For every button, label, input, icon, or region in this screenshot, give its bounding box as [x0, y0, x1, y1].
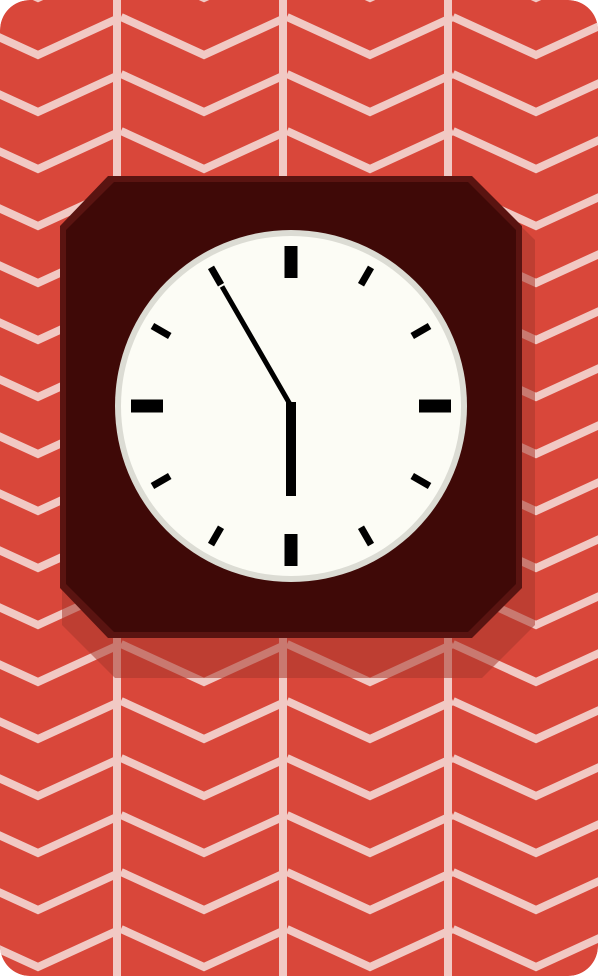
hour-hand — [286, 402, 296, 496]
hour-tick-major — [419, 399, 451, 413]
hour-tick-major — [284, 246, 298, 278]
hour-tick-major — [131, 399, 163, 413]
clock-scene — [0, 0, 598, 976]
hour-tick-major — [284, 534, 298, 566]
clock-card — [0, 0, 598, 976]
